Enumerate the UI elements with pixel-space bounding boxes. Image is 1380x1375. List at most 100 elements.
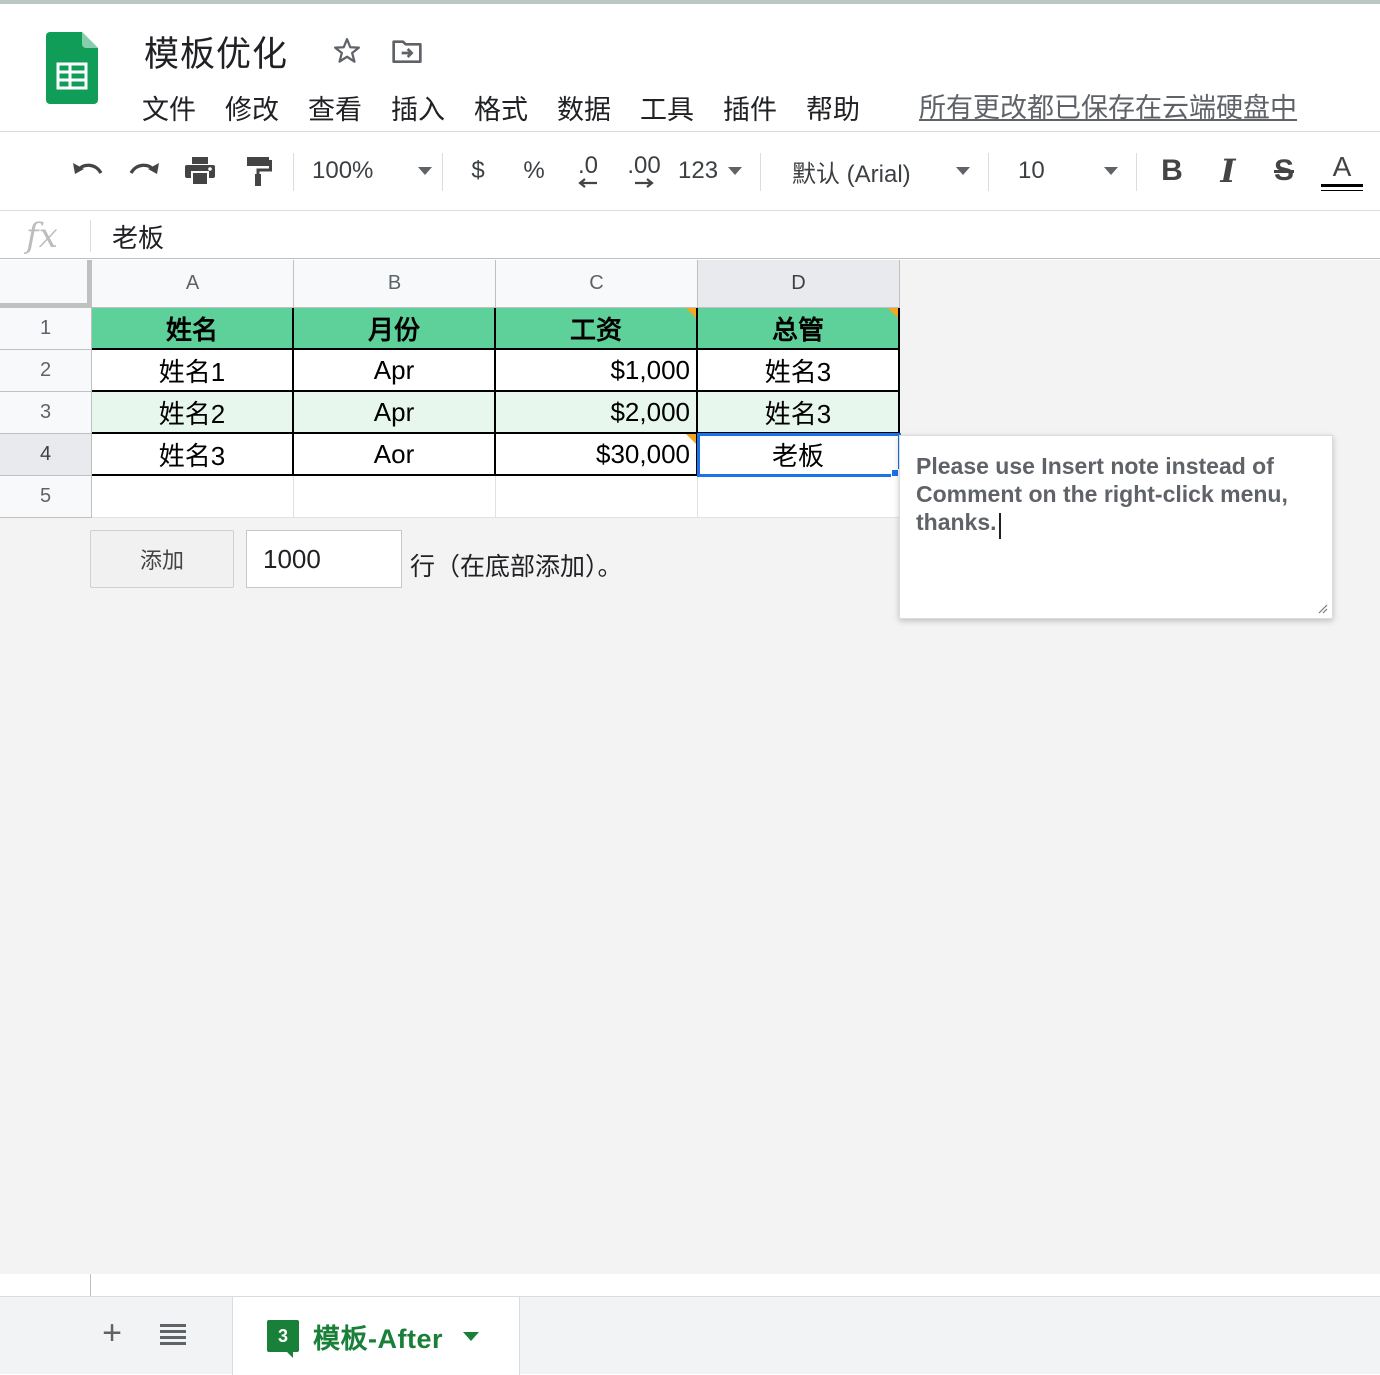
note-indicator-icon [888, 308, 898, 318]
cell-d4[interactable]: 老板 [698, 434, 900, 476]
cell-c1[interactable]: 工资 [496, 308, 698, 350]
fill-handle[interactable] [891, 469, 899, 477]
row-header-2[interactable]: 2 [0, 350, 92, 392]
sheet-tabs-strip: + 3 模板-After [0, 1296, 1380, 1375]
app-header: 模板优化 文件 修改 查看 插入 格式 数据 工具 插件 帮助 所有更改都已保存… [0, 4, 1380, 132]
cell-note-editor[interactable]: Please use Insert note instead of Commen… [899, 435, 1333, 619]
print-icon[interactable] [178, 147, 222, 195]
cell-a2[interactable]: 姓名1 [92, 350, 294, 392]
move-to-folder-icon[interactable] [390, 34, 424, 68]
add-rows-suffix: 行（在底部添加）。 [410, 553, 623, 581]
zoom-select[interactable]: 100% [312, 147, 432, 195]
currency-format-button[interactable]: $ [460, 147, 496, 195]
document-title[interactable]: 模板优化 [144, 26, 288, 77]
cell-c5[interactable] [496, 476, 698, 518]
cell-b4[interactable]: Aor [294, 434, 496, 476]
note-indicator-icon [686, 308, 696, 318]
save-status-link[interactable]: 所有更改都已保存在云端硬盘中 [919, 86, 1297, 125]
toolbar-divider [1136, 153, 1137, 191]
bottom-divider [90, 1274, 91, 1296]
menu-format[interactable]: 格式 [474, 88, 528, 127]
menu-view[interactable]: 查看 [308, 88, 362, 127]
resize-handle-icon[interactable] [1316, 602, 1328, 614]
redo-icon[interactable] [122, 147, 166, 195]
font-size-select[interactable]: 10 [1018, 147, 1118, 195]
sheet-tab-label: 模板-After [313, 1323, 443, 1354]
toolbar: 100% $ % .0 .00 123 默认 (Arial) 10 B I S … [0, 133, 1380, 211]
cell-d3[interactable]: 姓名3 [698, 392, 900, 434]
cell-c4[interactable]: $30,000 [496, 434, 698, 476]
add-rows-button[interactable]: 添加 [90, 530, 234, 588]
undo-icon[interactable] [66, 147, 110, 195]
cell-a5[interactable] [92, 476, 294, 518]
italic-button[interactable]: I [1210, 147, 1246, 195]
text-color-button[interactable]: A [1320, 147, 1364, 195]
cell-d2[interactable]: 姓名3 [698, 350, 900, 392]
formula-bar-divider [90, 220, 91, 252]
row-header-5[interactable]: 5 [0, 476, 92, 518]
arrow-right-icon [635, 178, 654, 188]
cell-c1-text: 工资 [569, 314, 622, 345]
menu-help[interactable]: 帮助 [806, 88, 860, 127]
column-header-b[interactable]: B [294, 260, 496, 308]
cell-b2[interactable]: Apr [294, 350, 496, 392]
text-color-icon: A [1332, 150, 1352, 182]
font-family-select[interactable]: 默认 (Arial) [792, 147, 970, 195]
add-rows-count-input[interactable]: 1000 [246, 530, 402, 588]
zoom-caret-icon [418, 167, 432, 175]
cell-c2[interactable]: $1,000 [496, 350, 698, 392]
row-header-1[interactable]: 1 [0, 308, 92, 350]
cell-a1[interactable]: 姓名 [92, 308, 294, 350]
menu-insert[interactable]: 插入 [391, 88, 445, 127]
menu-tools[interactable]: 工具 [640, 88, 694, 127]
cell-b5[interactable] [294, 476, 496, 518]
column-header-a[interactable]: A [92, 260, 294, 308]
add-sheet-icon[interactable]: + [94, 1314, 130, 1352]
increase-decimal-button[interactable]: .00 [622, 147, 666, 195]
bold-button[interactable]: B [1154, 147, 1190, 195]
fx-icon: fx [26, 216, 58, 256]
sheets-logo-icon[interactable] [46, 32, 98, 104]
menu-edit[interactable]: 修改 [225, 88, 279, 127]
menu-addons[interactable]: 插件 [723, 88, 777, 127]
more-formats-select[interactable]: 123 [678, 147, 742, 195]
paint-format-icon[interactable] [236, 147, 280, 195]
decrease-decimal-button[interactable]: .0 [566, 147, 610, 195]
formula-bar: fx 老板 [0, 212, 1380, 259]
cell-a3[interactable]: 姓名2 [92, 392, 294, 434]
more-formats-caret-icon [728, 167, 742, 175]
formula-input[interactable]: 老板 [112, 218, 164, 255]
toolbar-divider [988, 153, 989, 191]
all-sheets-list-icon[interactable] [156, 1317, 192, 1353]
column-header-d[interactable]: D [698, 260, 900, 308]
sheet-tab-active[interactable]: 3 模板-After [232, 1297, 520, 1375]
sheet-tabs-bar: + 3 模板-After [0, 1274, 1380, 1375]
row-header-4[interactable]: 4 [0, 434, 92, 476]
font-size-caret-icon [1104, 167, 1118, 175]
cell-d5[interactable] [698, 476, 900, 518]
cell-b1[interactable]: 月份 [294, 308, 496, 350]
cell-c3[interactable]: $2,000 [496, 392, 698, 434]
increase-decimal-label: .00 [627, 152, 661, 179]
cell-b3[interactable]: Apr [294, 392, 496, 434]
strikethrough-icon: S [1273, 154, 1294, 187]
font-size-value: 10 [1018, 157, 1045, 184]
select-all-corner[interactable] [0, 260, 92, 308]
cell-d1[interactable]: 总管 [698, 308, 900, 350]
decrease-decimal-label: .0 [577, 152, 598, 179]
strikethrough-button[interactable]: S [1266, 147, 1302, 195]
sheet-tab-menu-caret-icon[interactable] [463, 1331, 479, 1341]
font-family-value: 默认 (Arial) [792, 160, 911, 188]
text-color-swatch-underline [1321, 189, 1363, 191]
menu-bar: 文件 修改 查看 插入 格式 数据 工具 插件 帮助 [142, 88, 889, 127]
menu-file[interactable]: 文件 [142, 88, 196, 127]
star-icon[interactable] [330, 34, 364, 68]
sheet-grid: A B C D 1 2 3 4 5 姓名 月份 工资 总管 姓名1 Apr $1… [0, 260, 1380, 1274]
percent-format-button[interactable]: % [516, 147, 552, 195]
toolbar-divider [293, 153, 294, 191]
row-header-3[interactable]: 3 [0, 392, 92, 434]
cell-a4[interactable]: 姓名3 [92, 434, 294, 476]
column-header-c[interactable]: C [496, 260, 698, 308]
zoom-value: 100% [312, 157, 374, 184]
menu-data[interactable]: 数据 [557, 88, 611, 127]
